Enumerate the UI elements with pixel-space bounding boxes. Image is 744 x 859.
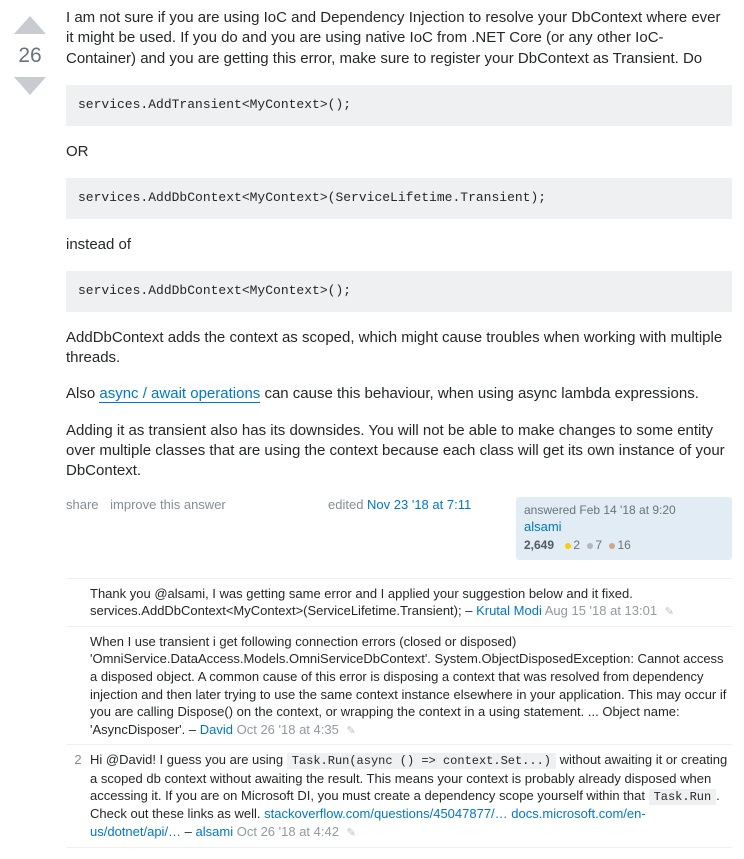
comment-score xyxy=(66,633,90,739)
downvote-icon[interactable] xyxy=(12,75,48,99)
paragraph: I am not sure if you are using IoC and D… xyxy=(66,8,732,69)
action-row: share improve this answer edited Nov 23 … xyxy=(66,497,732,559)
comment: Thank you @alsami, I was getting same er… xyxy=(66,579,732,627)
vote-column: 26 xyxy=(6,8,54,848)
code-block: services.AddTransient<MyContext>(); xyxy=(66,85,732,126)
text: can cause this behaviour, when using asy… xyxy=(260,385,699,402)
comment-text: – xyxy=(181,824,195,839)
comment-user-link[interactable]: David xyxy=(200,722,233,737)
async-await-link[interactable]: async / await operations xyxy=(99,385,260,403)
text: Also xyxy=(66,385,99,402)
comment-score: 2 xyxy=(66,751,90,840)
improve-link[interactable]: improve this answer xyxy=(110,497,226,512)
post-actions: share improve this answer xyxy=(66,497,328,514)
edited-info: edited Nov 23 '18 at 7:11 xyxy=(328,497,508,514)
edit-pencil-icon: ✎ xyxy=(665,606,674,618)
comment: 2 Hi @David! I guess you are using Task.… xyxy=(66,745,732,847)
answered-time: answered Feb 14 '18 at 9:20 xyxy=(524,503,724,519)
edited-prefix: edited xyxy=(328,497,367,512)
code-block: services.AddDbContext<MyContext>(Service… xyxy=(66,178,732,219)
silver-badge-icon xyxy=(587,543,593,549)
comment-body: When I use transient i get following con… xyxy=(90,633,732,739)
gold-badge-icon xyxy=(565,543,571,549)
paragraph: AddDbContext adds the context as scoped,… xyxy=(66,328,732,369)
user-card: answered Feb 14 '18 at 9:20 alsami 2,649… xyxy=(516,497,732,559)
code-block: services.AddDbContext<MyContext>(); xyxy=(66,271,732,312)
comments-section: Thank you @alsami, I was getting same er… xyxy=(66,578,732,848)
comment-link[interactable]: stackoverflow.com/questions/45047877/… xyxy=(264,806,508,821)
comment-body: Hi @David! I guess you are using Task.Ru… xyxy=(90,751,732,840)
comment-user-link[interactable]: Krutal Modi xyxy=(476,603,542,618)
comment-time: Oct 26 '18 at 4:42 xyxy=(237,824,339,839)
upvote-icon[interactable] xyxy=(12,12,48,36)
comment-time: Oct 26 '18 at 4:35 xyxy=(237,722,339,737)
paragraph: instead of xyxy=(66,235,732,255)
comment-text: When I use transient i get following con… xyxy=(90,634,726,737)
paragraph: Also async / await operations can cause … xyxy=(66,384,732,404)
reputation: 2,649 xyxy=(524,538,554,552)
comment-text: Hi @David! I guess you are using xyxy=(90,752,287,767)
silver-count: 7 xyxy=(595,538,602,552)
gold-count: 2 xyxy=(573,538,580,552)
user-name-link[interactable]: alsami xyxy=(524,519,562,534)
post-body: I am not sure if you are using IoC and D… xyxy=(66,8,732,481)
paragraph: Adding it as transient also has its down… xyxy=(66,421,732,482)
edited-time-link[interactable]: Nov 23 '18 at 7:11 xyxy=(367,497,471,512)
bronze-count: 16 xyxy=(617,538,630,552)
answer-container: 26 I am not sure if you are using IoC an… xyxy=(0,0,744,859)
comment-time: Aug 15 '18 at 13:01 xyxy=(545,603,657,618)
bronze-badge-icon xyxy=(609,543,615,549)
comment: When I use transient i get following con… xyxy=(66,627,732,746)
comment-score xyxy=(66,585,90,620)
user-stats: 2,649 2 7 16 xyxy=(524,538,724,554)
comment-user-link[interactable]: alsami xyxy=(196,824,234,839)
paragraph: OR xyxy=(66,142,732,162)
inline-code: Task.Run(async () => context.Set...) xyxy=(287,753,556,769)
inline-code: Task.Run xyxy=(649,789,717,805)
vote-count: 26 xyxy=(18,42,41,69)
share-link[interactable]: share xyxy=(66,497,99,512)
edit-pencil-icon: ✎ xyxy=(346,725,355,737)
comment-body: Thank you @alsami, I was getting same er… xyxy=(90,585,732,620)
post-column: I am not sure if you are using IoC and D… xyxy=(54,8,732,848)
edit-pencil-icon: ✎ xyxy=(347,827,356,839)
